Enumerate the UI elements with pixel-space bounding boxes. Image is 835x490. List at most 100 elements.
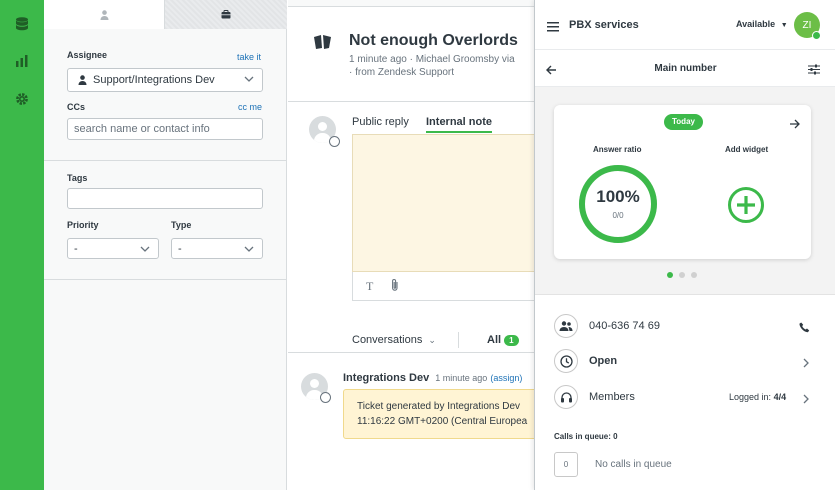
tab-user[interactable]: [44, 0, 164, 29]
team-icon: [554, 314, 578, 338]
app-title: PBX services: [569, 19, 639, 31]
ticket-main: Not enough Overlords 1 minute ago · Mich…: [288, 0, 535, 490]
chevron-down-icon: [140, 246, 150, 252]
event-message: Ticket generated by Integrations Dev 11:…: [343, 389, 535, 439]
event-header: Integrations Dev 1 minute ago (assign): [343, 372, 522, 384]
calls-in-queue: Calls in queue: 0: [554, 432, 618, 441]
pbx-app-panel: PBX services Available ▼ ZI Main number …: [534, 0, 835, 490]
take-it-link[interactable]: take it: [237, 52, 261, 62]
phone-number-row[interactable]: 040-636 74 69: [535, 309, 835, 345]
database-icon[interactable]: [12, 14, 32, 34]
assign-link[interactable]: (assign): [490, 373, 522, 383]
carousel-dot[interactable]: [679, 272, 685, 278]
hamburger-menu-icon[interactable]: [547, 19, 559, 37]
open-status-row[interactable]: Open: [535, 344, 835, 380]
add-widget-label: Add widget: [725, 145, 769, 154]
answer-ratio-value: 100%: [596, 187, 640, 206]
all-label: All: [487, 334, 502, 346]
calls-in-queue-label: Calls in queue:: [554, 432, 611, 441]
agent-badge-icon: [329, 136, 340, 147]
assignee-label: Assignee: [67, 50, 108, 60]
conversation-divider: [288, 352, 535, 353]
assignee-value: Support/Integrations Dev: [93, 74, 215, 86]
status-label: Available: [736, 19, 776, 29]
header-divider: [288, 101, 535, 102]
attachment-icon[interactable]: [390, 278, 400, 297]
ticket-meta-line1: 1 minute ago · Michael Groomsby via: [349, 54, 515, 65]
tab-all[interactable]: All 1: [487, 334, 519, 346]
agent-badge-icon: [320, 392, 331, 403]
answer-ratio-sub: 0/0: [612, 211, 624, 220]
type-value: -: [178, 242, 182, 255]
subheader-title: Main number: [654, 63, 717, 74]
text-format-icon[interactable]: T: [366, 279, 373, 294]
priority-value: -: [74, 242, 78, 255]
all-count-badge: 1: [504, 335, 519, 346]
ccs-placeholder: search name or contact info: [74, 123, 210, 135]
logged-in-value: 4/4: [773, 392, 787, 402]
logged-in-label: Logged in:: [729, 392, 772, 402]
top-strip: [288, 0, 535, 7]
conversations-filter[interactable]: Conversations ⌄: [352, 334, 436, 346]
tab-organization[interactable]: [164, 0, 287, 29]
event-author[interactable]: Integrations Dev: [343, 372, 429, 384]
app-root: Assignee take it Support/Integrations De…: [0, 0, 835, 490]
priority-label: Priority: [67, 220, 99, 230]
no-calls-text: No calls in queue: [595, 459, 672, 470]
ccs-label: CCs: [67, 102, 86, 112]
active-tab-indicator: [426, 131, 492, 133]
type-label: Type: [171, 220, 192, 230]
filter-settings-icon[interactable]: [808, 62, 820, 80]
logged-in-status: Logged in: 4/4: [729, 392, 786, 402]
add-widget-icon[interactable]: [727, 186, 765, 229]
widget-carousel: Today Answer ratio 100% 0/0 Add widget: [535, 87, 835, 295]
tab-public-reply[interactable]: Public reply: [352, 116, 409, 128]
calls-in-queue-value: 0: [613, 432, 618, 441]
composer-toolbar: T: [352, 272, 535, 301]
gear-icon[interactable]: [12, 89, 32, 109]
filter-divider: [458, 332, 459, 348]
internal-note-textarea[interactable]: [352, 134, 535, 272]
left-nav-rail: [0, 0, 44, 490]
user-icon: [100, 9, 108, 20]
answer-ratio-gauge: 100% 0/0: [577, 163, 659, 245]
priority-select[interactable]: -: [67, 238, 159, 259]
members-label: Members: [589, 391, 635, 403]
bar-chart-icon[interactable]: [12, 51, 32, 71]
event-line1: Ticket generated by Integrations Dev: [357, 401, 521, 412]
arrow-right-icon[interactable]: [789, 116, 800, 134]
cc-me-link[interactable]: cc me: [238, 102, 262, 112]
stats-card: Today Answer ratio 100% 0/0 Add widget: [554, 105, 811, 259]
chevron-down-icon: ⌄: [428, 335, 436, 345]
today-badge: Today: [664, 114, 703, 130]
queue-count-box: 0: [554, 452, 578, 477]
ticket-meta-line2: · from Zendesk Support: [349, 67, 455, 78]
chevron-right-icon: [803, 391, 809, 409]
tags-input[interactable]: [67, 188, 263, 209]
ticket-properties-panel: Assignee take it Support/Integrations De…: [44, 0, 287, 490]
carousel-dot-active[interactable]: [667, 272, 673, 278]
tab-internal-note[interactable]: Internal note: [426, 116, 492, 128]
phone-icon[interactable]: [799, 320, 810, 338]
avatar-initials: ZI: [802, 19, 812, 31]
event-line2: 11:16:22 GMT+0200 (Central Europea: [357, 416, 528, 427]
type-select[interactable]: -: [171, 238, 263, 259]
chevron-down-icon: [244, 76, 254, 82]
members-row[interactable]: Members Logged in: 4/4: [535, 380, 835, 416]
assignee-select[interactable]: Support/Integrations Dev: [67, 68, 263, 92]
phone-number: 040-636 74 69: [589, 320, 660, 332]
open-label: Open: [589, 355, 618, 367]
tags-label: Tags: [67, 173, 88, 183]
answer-ratio-label: Answer ratio: [593, 145, 642, 154]
briefcase-icon: [221, 10, 231, 19]
clock-icon: [554, 349, 578, 373]
status-dropdown[interactable]: Available ▼: [736, 19, 788, 29]
carousel-dot[interactable]: [691, 272, 697, 278]
ticket-title: Not enough Overlords: [349, 32, 518, 49]
properties-tabs: [44, 0, 287, 29]
section-divider: [44, 279, 287, 280]
conversations-label: Conversations: [352, 334, 423, 346]
headset-icon: [554, 385, 578, 409]
ccs-search-input[interactable]: search name or contact info: [67, 118, 263, 140]
user-icon: [78, 75, 87, 85]
